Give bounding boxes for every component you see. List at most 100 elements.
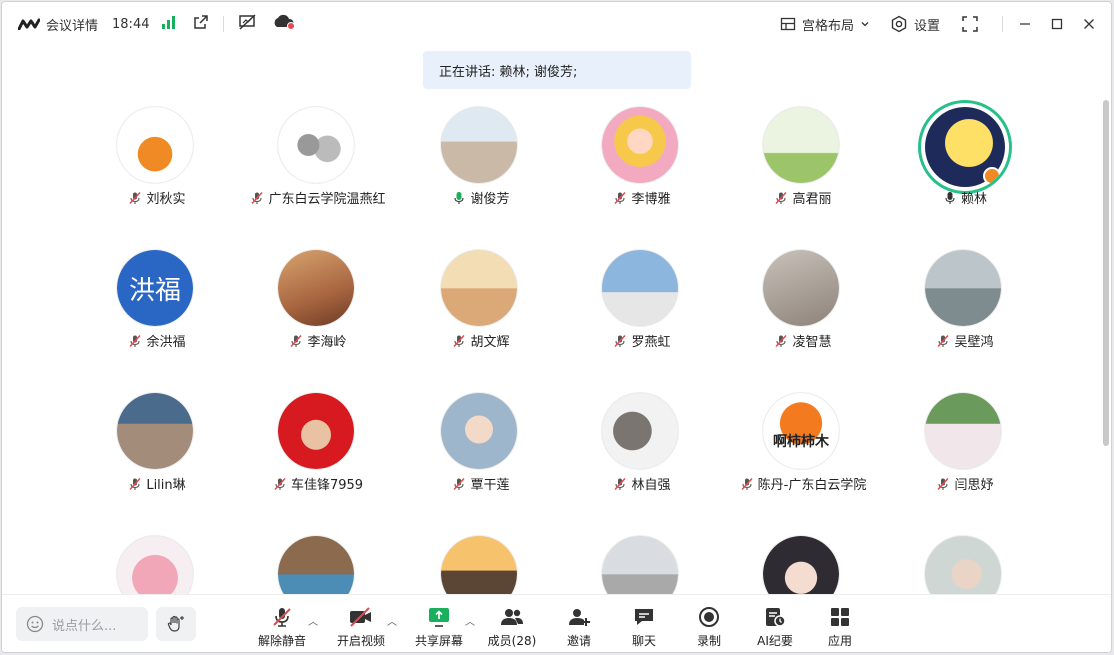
participant-tile[interactable]: 谢俊芳 <box>398 100 558 220</box>
mic-muted-icon <box>774 191 788 205</box>
participant-tile[interactable]: 凌智慧 <box>720 243 880 363</box>
participant-tile[interactable] <box>74 529 234 594</box>
participant-name-label: 胡文辉 <box>470 335 510 350</box>
mic-muted-icon <box>452 334 466 348</box>
tencent-meeting-logo-icon <box>18 18 40 30</box>
avatar <box>762 535 840 594</box>
participant-tile[interactable]: 罗燕虹 <box>559 243 719 363</box>
participant-tile[interactable]: Lilin琳 <box>74 386 234 506</box>
participant-tile[interactable] <box>720 529 880 594</box>
raise-hand-icon <box>167 615 184 632</box>
participant-tile[interactable]: 洪福 余洪福 <box>74 243 234 363</box>
apps-icon <box>831 608 849 626</box>
maximize-button[interactable] <box>1041 2 1073 46</box>
participant-tile[interactable]: 赖林 <box>882 100 1042 220</box>
pop-out-icon[interactable] <box>193 14 209 34</box>
participant-name-label: 谢俊芳 <box>470 192 510 207</box>
meeting-window: 会议详情 18:44 宫格布局 设置 正在讲话: 赖林; 谢俊芳; 刘秋实 广东… <box>1 1 1112 653</box>
record-button[interactable]: 录制 <box>679 605 739 649</box>
mic-muted-icon <box>936 334 950 348</box>
participant-tile[interactable]: 李海岭 <box>235 243 395 363</box>
participant-tile[interactable]: 啊柿柿木 陈丹-广东白云学院 <box>720 386 880 506</box>
participant-tile[interactable] <box>235 529 395 594</box>
video-options-caret[interactable]: ︿ <box>387 613 397 628</box>
raise-hand-button[interactable] <box>156 607 196 641</box>
chat-icon <box>635 609 653 625</box>
share-options-caret[interactable]: ︿ <box>465 613 475 628</box>
signal-icon <box>161 15 177 33</box>
maximize-icon <box>1051 18 1063 30</box>
avatar <box>601 392 679 470</box>
participant-tile[interactable]: 吴壁鸿 <box>882 243 1042 363</box>
invite-button[interactable]: 邀请 <box>549 605 609 649</box>
participant-tile[interactable]: 刘秋实 <box>74 100 234 220</box>
unmute-button[interactable]: 解除静音 <box>252 605 312 649</box>
chat-button[interactable]: 聊天 <box>614 605 674 649</box>
title-bar: 会议详情 18:44 宫格布局 设置 <box>2 2 1111 46</box>
participant-tile[interactable]: 李博雅 <box>559 100 719 220</box>
video-off-icon <box>350 607 371 627</box>
grid-scrollbar[interactable] <box>1103 100 1109 446</box>
meeting-toolbar: 说点什么... 解除静音 ︿ 开启视频 ︿ 共享屏幕 ︿ 成员(28) 邀请 聊… <box>2 594 1111 652</box>
close-button[interactable] <box>1073 2 1105 46</box>
ai-minutes-button[interactable]: AI纪要 <box>745 605 805 649</box>
participant-tile[interactable]: 胡文辉 <box>398 243 558 363</box>
chat-placeholder: 说点什么... <box>52 618 117 634</box>
start-video-button[interactable]: 开启视频 <box>331 605 391 649</box>
fullscreen-icon <box>962 16 978 32</box>
participant-name: 广东白云学院温燕红 <box>235 188 401 207</box>
divider <box>223 16 225 32</box>
unmute-options-caret[interactable]: ︿ <box>308 613 318 628</box>
participant-tile[interactable] <box>559 529 719 594</box>
share-screen-button[interactable]: 共享屏幕 <box>409 605 469 649</box>
participant-name-label: 李博雅 <box>631 192 671 207</box>
chat-input[interactable]: 说点什么... <box>16 607 148 641</box>
avatar-text: 啊柿柿木 <box>773 434 829 450</box>
participant-tile[interactable]: 林自强 <box>559 386 719 506</box>
settings-button[interactable]: 设置 <box>890 15 940 34</box>
unmute-label: 解除静音 <box>257 634 306 648</box>
avatar <box>277 249 355 327</box>
mic-icon <box>943 191 957 205</box>
participant-name: 闫思妤 <box>882 474 1048 493</box>
participant-name: 高君丽 <box>720 188 886 207</box>
participant-tile[interactable]: 覃干莲 <box>398 386 558 506</box>
chevron-down-icon <box>861 22 869 27</box>
meeting-time: 18:44 <box>112 16 150 32</box>
participant-tile[interactable]: 闫思妤 <box>882 386 1042 506</box>
mic-muted-icon <box>452 477 466 491</box>
apps-button[interactable]: 应用 <box>810 605 870 649</box>
participant-name: 覃干莲 <box>398 474 564 493</box>
participant-tile[interactable] <box>882 529 1042 594</box>
avatar <box>601 249 679 327</box>
layout-dropdown[interactable]: 宫格布局 <box>780 15 870 34</box>
record-label: 录制 <box>696 634 721 648</box>
mic-muted-icon <box>774 334 788 348</box>
avatar <box>440 392 518 470</box>
participant-name: 车佳锋7959 <box>235 474 401 493</box>
avatar <box>277 392 355 470</box>
avatar <box>277 535 355 594</box>
mic-muted-icon <box>128 477 142 491</box>
participant-name-label: 吴壁鸿 <box>954 335 994 350</box>
minimize-button[interactable] <box>1009 2 1041 46</box>
participant-tile[interactable]: 广东白云学院温燕红 <box>235 100 395 220</box>
cloud-record-icon[interactable] <box>272 14 296 34</box>
participant-name-label: 车佳锋7959 <box>290 478 364 493</box>
speaking-text: 正在讲话: 赖林; 谢俊芳; <box>439 64 578 80</box>
avatar <box>601 535 679 594</box>
participant-tile[interactable]: 车佳锋7959 <box>235 386 395 506</box>
participant-tile[interactable]: 高君丽 <box>720 100 880 220</box>
participant-name-label: 覃干莲 <box>470 478 510 493</box>
participant-name: 李海岭 <box>235 331 401 350</box>
chat-label: 聊天 <box>631 634 656 648</box>
avatar <box>116 392 194 470</box>
apps-label: 应用 <box>827 634 852 648</box>
meeting-details-button[interactable]: 会议详情 <box>18 15 98 34</box>
screen-share-off-icon[interactable] <box>238 14 258 34</box>
members-button[interactable]: 成员(28) <box>482 605 542 649</box>
fullscreen-button[interactable] <box>962 16 978 32</box>
participant-tile[interactable] <box>398 529 558 594</box>
members-label: 成员(28) <box>487 634 537 648</box>
start-video-label: 开启视频 <box>336 634 385 648</box>
